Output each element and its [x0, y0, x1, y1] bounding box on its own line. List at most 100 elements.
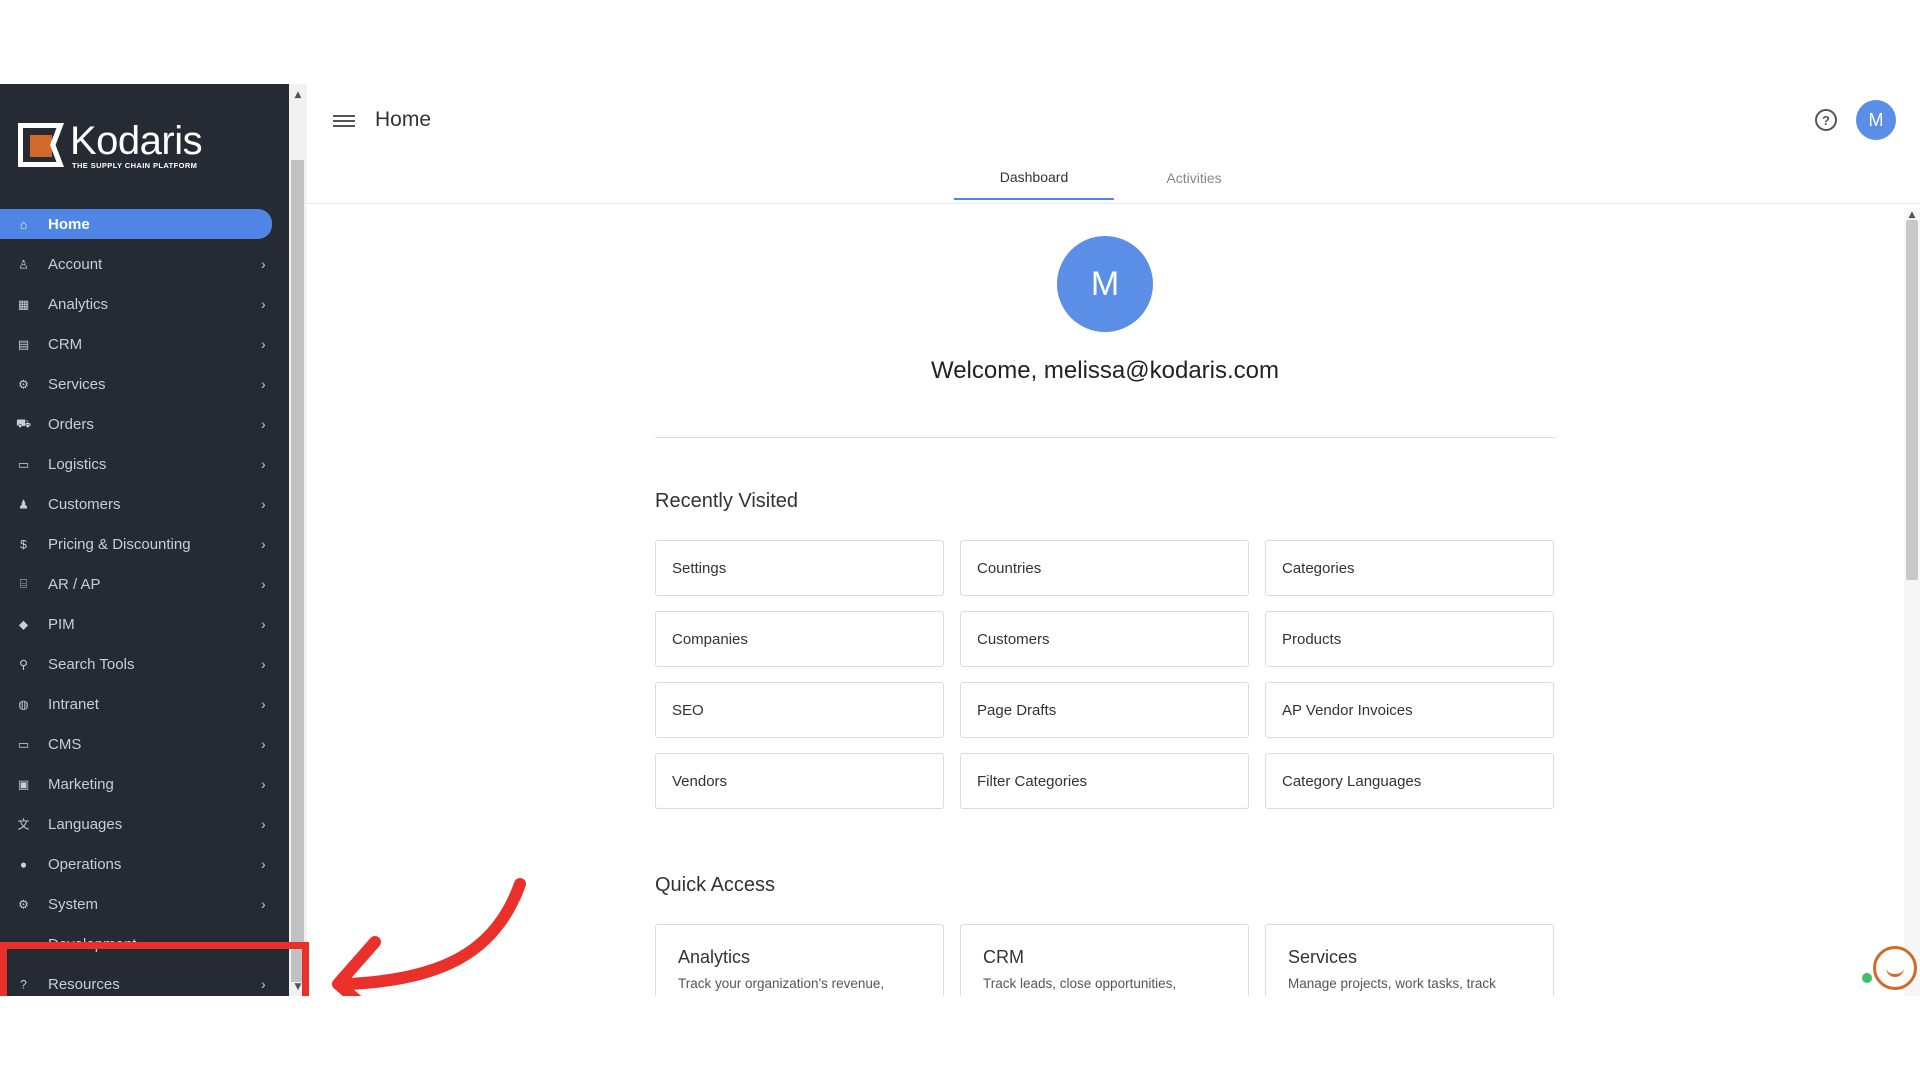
recent-card[interactable]: Products — [1265, 611, 1554, 667]
recent-card[interactable]: AP Vendor Invoices — [1265, 682, 1554, 738]
online-status-dot — [1862, 973, 1872, 983]
sidebar-item-crm[interactable]: ▤ CRM › — [0, 324, 289, 364]
chevron-right-icon: › — [261, 776, 266, 792]
marketing-icon: ▣ — [17, 777, 30, 791]
truck-icon: ⛟ — [15, 416, 32, 430]
home-icon: ⌂ — [19, 217, 28, 231]
chevron-right-icon: › — [261, 816, 266, 832]
sidebar-item-services[interactable]: ⚙ Services › — [0, 364, 289, 404]
chevron-right-icon: › — [261, 376, 266, 392]
chevron-right-icon: › — [261, 536, 266, 552]
recent-card[interactable]: Countries — [960, 540, 1249, 596]
sidebar-item-label: CRM — [48, 335, 83, 353]
quick-access-title: Quick Access — [655, 874, 776, 896]
tab-dashboard[interactable]: Dashboard — [954, 156, 1114, 200]
cms-icon: ▭ — [17, 737, 30, 751]
tab-bar: Dashboard Activities — [954, 156, 1274, 200]
annotation-highlight-box — [0, 942, 309, 996]
help-icon[interactable]: ? — [1815, 109, 1837, 131]
chevron-right-icon: › — [261, 696, 266, 712]
sidebar-item-analytics[interactable]: ▦ Analytics › — [0, 284, 289, 324]
tab-activities[interactable]: Activities — [1114, 156, 1274, 200]
sidebar-item-label: Services — [48, 375, 106, 393]
recent-card[interactable]: Customers — [960, 611, 1249, 667]
quick-access-card[interactable]: Analytics Track your organization's reven… — [655, 924, 944, 996]
quick-access-card[interactable]: Services Manage projects, work tasks, tra… — [1265, 924, 1554, 996]
chat-support-icon[interactable] — [1873, 946, 1917, 990]
sidebar-item-home[interactable]: ⌂ Home — [0, 209, 272, 239]
quick-access-title: Services — [1288, 947, 1358, 967]
recent-card[interactable]: Page Drafts — [960, 682, 1249, 738]
sidebar-item-label: Operations — [48, 855, 122, 873]
quick-access-title: CRM — [983, 947, 1024, 967]
sidebar-item-label: System — [48, 895, 99, 913]
operations-icon: ● — [19, 857, 28, 871]
sidebar-item-pim[interactable]: ◆ PIM › — [0, 604, 289, 644]
sidebar-item-intranet[interactable]: ◍ Intranet › — [0, 684, 289, 724]
search-icon: ⚲ — [19, 657, 28, 671]
sidebar-item-label: CMS — [48, 735, 82, 753]
brand-name: Kodaris — [70, 118, 203, 163]
scroll-up-arrow-icon[interactable]: ▲ — [291, 88, 305, 102]
services-icon: ⚙ — [18, 377, 29, 391]
people-icon: ♟ — [18, 497, 29, 511]
bank-icon: ⌸ — [19, 576, 28, 591]
chevron-right-icon: › — [261, 296, 266, 312]
chevron-right-icon: › — [261, 736, 266, 752]
recent-card[interactable]: SEO — [655, 682, 944, 738]
sidebar-item-pricing-discounting[interactable]: $ Pricing & Discounting › — [0, 524, 289, 564]
sidebar-item-label: PIM — [48, 615, 75, 633]
sidebar-item-languages[interactable]: 文 Languages › — [0, 804, 289, 844]
globe-icon: ◍ — [18, 697, 29, 711]
sidebar-item-label: Customers — [48, 495, 121, 513]
sidebar-item-system[interactable]: ⚙ System › — [0, 884, 289, 924]
recent-card[interactable]: Companies — [655, 611, 944, 667]
sidebar-item-label: Account — [48, 255, 103, 273]
sidebar-item-label: Intranet — [48, 695, 99, 713]
quick-access-description: Track leads, close opportunities, — [983, 976, 1177, 991]
chevron-right-icon: › — [261, 856, 266, 872]
screenshot-stage: Kodaris THE SUPPLY CHAIN PLATFORM ⌂ Home ♙… — [0, 0, 1920, 1080]
sidebar-item-account[interactable]: ♙ Account › — [0, 244, 289, 284]
sidebar-item-marketing[interactable]: ▣ Marketing › — [0, 764, 289, 804]
recent-card[interactable]: Filter Categories — [960, 753, 1249, 809]
quick-access-card[interactable]: CRM Track leads, close opportunities, — [960, 924, 1249, 996]
sidebar-scrollbar-thumb[interactable] — [291, 160, 304, 982]
sidebar-item-cms[interactable]: ▭ CMS › — [0, 724, 289, 764]
kodaris-logo[interactable]: Kodaris THE SUPPLY CHAIN PLATFORM — [18, 118, 203, 170]
recent-card[interactable]: Category Languages — [1265, 753, 1554, 809]
logistics-icon: ▭ — [17, 457, 30, 471]
sidebar-item-label: Home — [48, 215, 90, 233]
sidebar: Kodaris THE SUPPLY CHAIN PLATFORM ⌂ Home ♙… — [0, 84, 289, 996]
main-scroll-up-arrow-icon[interactable]: ▲ — [1905, 208, 1919, 222]
recently-visited-title: Recently Visited — [655, 490, 799, 512]
sidebar-item-search-tools[interactable]: ⚲ Search Tools › — [0, 644, 289, 684]
sidebar-item-ar-ap[interactable]: ⌸ AR / AP › — [0, 564, 289, 604]
app-window: Kodaris THE SUPPLY CHAIN PLATFORM ⌂ Home ♙… — [0, 84, 1920, 996]
main-scrollbar-thumb[interactable] — [1906, 220, 1918, 580]
sidebar-item-customers[interactable]: ♟ Customers › — [0, 484, 289, 524]
user-avatar[interactable]: M — [1856, 100, 1896, 140]
recent-card[interactable]: Categories — [1265, 540, 1554, 596]
sidebar-item-label: Orders — [48, 415, 94, 433]
main-content: M Welcome, melissa@kodaris.com Recently … — [307, 204, 1904, 996]
hamburger-menu-icon[interactable] — [333, 112, 355, 130]
analytics-icon: ▦ — [17, 297, 30, 311]
chevron-right-icon: › — [261, 576, 266, 592]
sidebar-item-label: Analytics — [48, 295, 109, 313]
chevron-right-icon: › — [261, 256, 266, 272]
sidebar-item-operations[interactable]: ● Operations › — [0, 844, 289, 884]
recent-card[interactable]: Vendors — [655, 753, 944, 809]
sidebar-item-orders[interactable]: ⛟ Orders › — [0, 404, 289, 444]
chevron-right-icon: › — [261, 416, 266, 432]
page-title: Home — [375, 108, 432, 131]
recent-card[interactable]: Settings — [655, 540, 944, 596]
sidebar-item-logistics[interactable]: ▭ Logistics › — [0, 444, 289, 484]
divider — [655, 437, 1555, 438]
sidebar-item-label: Pricing & Discounting — [48, 535, 191, 553]
sidebar-item-label: Marketing — [48, 775, 114, 793]
sidebar-item-label: Logistics — [48, 455, 107, 473]
chevron-right-icon: › — [261, 656, 266, 672]
quick-access-description: Track your organization's revenue, — [678, 976, 885, 991]
sidebar-item-label: AR / AP — [48, 575, 101, 593]
